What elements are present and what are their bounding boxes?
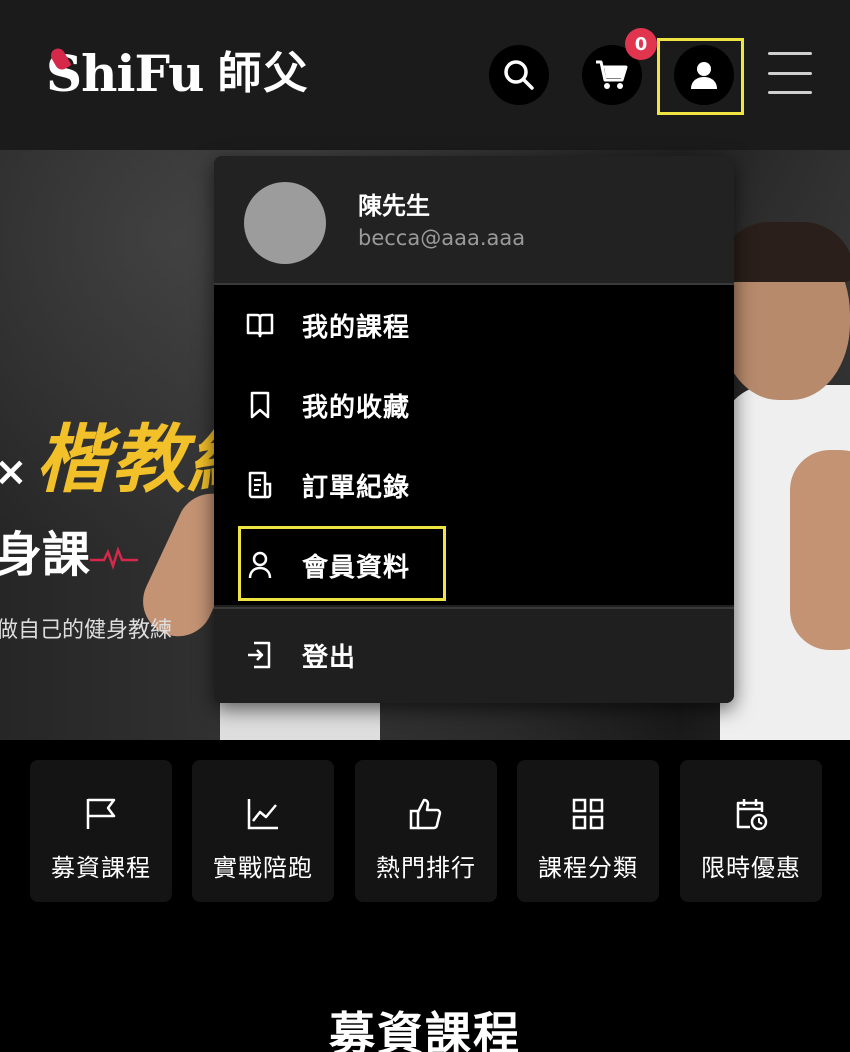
site-logo[interactable]: ShiFu 師父 — [46, 46, 309, 102]
cart-count-badge: 0 — [625, 28, 657, 60]
grid-icon — [570, 796, 606, 832]
heartbeat-icon — [90, 546, 139, 570]
member-profile-highlight — [238, 526, 446, 601]
user-name: 陳先生 — [358, 192, 430, 220]
category-practical-coaching[interactable]: 實戰陪跑 — [192, 760, 334, 902]
user-email: becca@aaa.aaa — [358, 226, 526, 250]
logo-wordmark: ShiFu — [46, 44, 204, 103]
hero-description: 做自己的健身教練 — [0, 618, 173, 643]
section-title: 募資課程 — [329, 1007, 521, 1052]
search-icon — [504, 60, 534, 90]
top-header: ShiFu 師父 0 — [0, 0, 850, 150]
bookmark-icon — [244, 389, 276, 421]
logout-icon — [244, 639, 276, 671]
logout-section: 登出 — [214, 607, 734, 703]
logout-button[interactable]: 登出 — [244, 625, 356, 685]
chart-icon — [245, 796, 281, 832]
logo-chinese: 師父 — [217, 48, 310, 99]
category-popular-ranking[interactable]: 熱門排行 — [355, 760, 497, 902]
category-limited-offers[interactable]: 限時優惠 — [680, 760, 822, 902]
flag-icon — [83, 796, 119, 832]
receipt-icon — [244, 469, 276, 501]
hamburger-menu-button[interactable] — [768, 52, 812, 94]
book-icon — [244, 309, 276, 341]
menu-icon — [768, 52, 812, 55]
category-course-types[interactable]: 課程分類 — [517, 760, 659, 902]
category-crowdfunding[interactable]: 募資課程 — [30, 760, 172, 902]
user-button-highlight — [657, 38, 744, 115]
menu-item-my-courses[interactable]: 我的課程 — [244, 295, 410, 355]
menu-item-order-history[interactable]: 訂單紀錄 — [244, 455, 410, 515]
calendar-clock-icon — [733, 796, 769, 832]
category-shortcuts: 募資課程 實戰陪跑 熱門排行 課程分類 限時優惠 — [0, 740, 850, 920]
cart-icon — [596, 60, 628, 89]
search-button[interactable] — [489, 45, 549, 105]
menu-item-my-favorites[interactable]: 我的收藏 — [244, 375, 410, 435]
hero-subtitle: 身課 — [0, 515, 139, 585]
thumbs-up-icon — [408, 796, 444, 832]
avatar — [244, 182, 326, 264]
user-dropdown-menu: 陳先生 becca@aaa.aaa 我的課程 我的收藏 訂單紀錄 會員資料 登出 — [214, 156, 734, 703]
user-profile-summary: 陳先生 becca@aaa.aaa — [214, 156, 734, 285]
